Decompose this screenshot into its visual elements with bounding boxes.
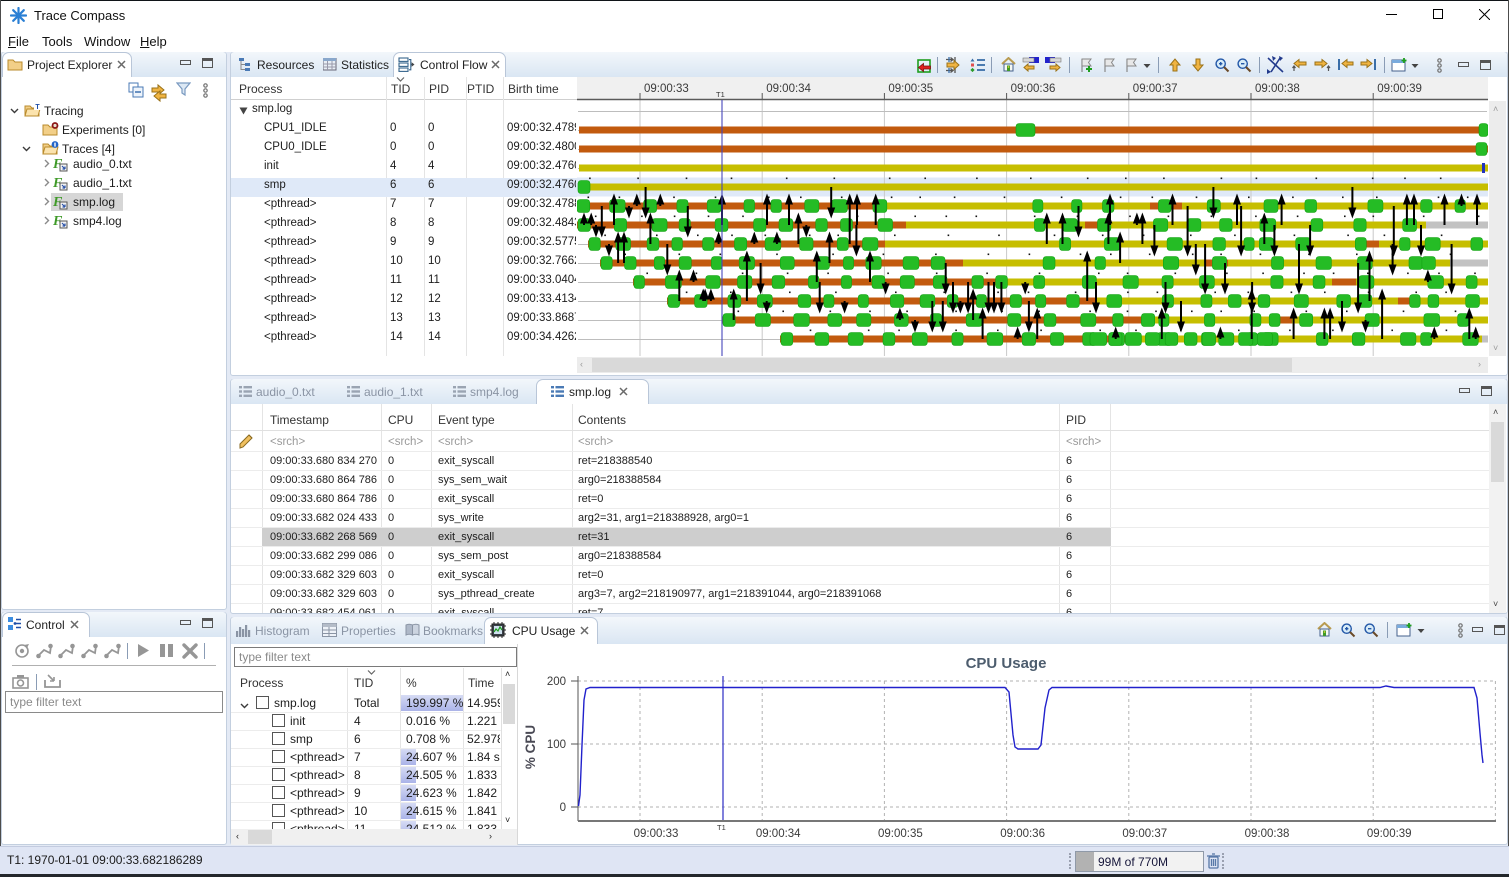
svg-text:09:00:38: 09:00:38 — [1245, 828, 1290, 840]
svg-text:% CPU: % CPU — [523, 725, 538, 769]
svg-text:T1: T1 — [717, 823, 726, 832]
svg-text:09:00:36: 09:00:36 — [1000, 828, 1045, 840]
svg-text:09:00:33: 09:00:33 — [644, 83, 689, 95]
svg-text:09:00:36: 09:00:36 — [1011, 83, 1056, 95]
svg-text:09:00:39: 09:00:39 — [1377, 83, 1422, 95]
svg-text:09:00:34: 09:00:34 — [766, 83, 811, 95]
svg-text:CPU Usage: CPU Usage — [966, 655, 1047, 672]
svg-text:09:00:35: 09:00:35 — [878, 828, 923, 840]
svg-text:09:00:33: 09:00:33 — [634, 828, 679, 840]
svg-text:T1: T1 — [716, 90, 725, 99]
svg-text:09:00:34: 09:00:34 — [756, 828, 801, 840]
svg-text:09:00:37: 09:00:37 — [1122, 828, 1167, 840]
svg-text:100: 100 — [547, 739, 566, 751]
svg-text:09:00:39: 09:00:39 — [1367, 828, 1412, 840]
svg-text:200: 200 — [547, 676, 566, 688]
svg-text:T: T — [35, 104, 40, 111]
svg-text:0: 0 — [560, 802, 566, 814]
svg-text:09:00:37: 09:00:37 — [1133, 83, 1178, 95]
svg-text:09:00:35: 09:00:35 — [888, 83, 933, 95]
svg-text:09:00:38: 09:00:38 — [1255, 83, 1300, 95]
